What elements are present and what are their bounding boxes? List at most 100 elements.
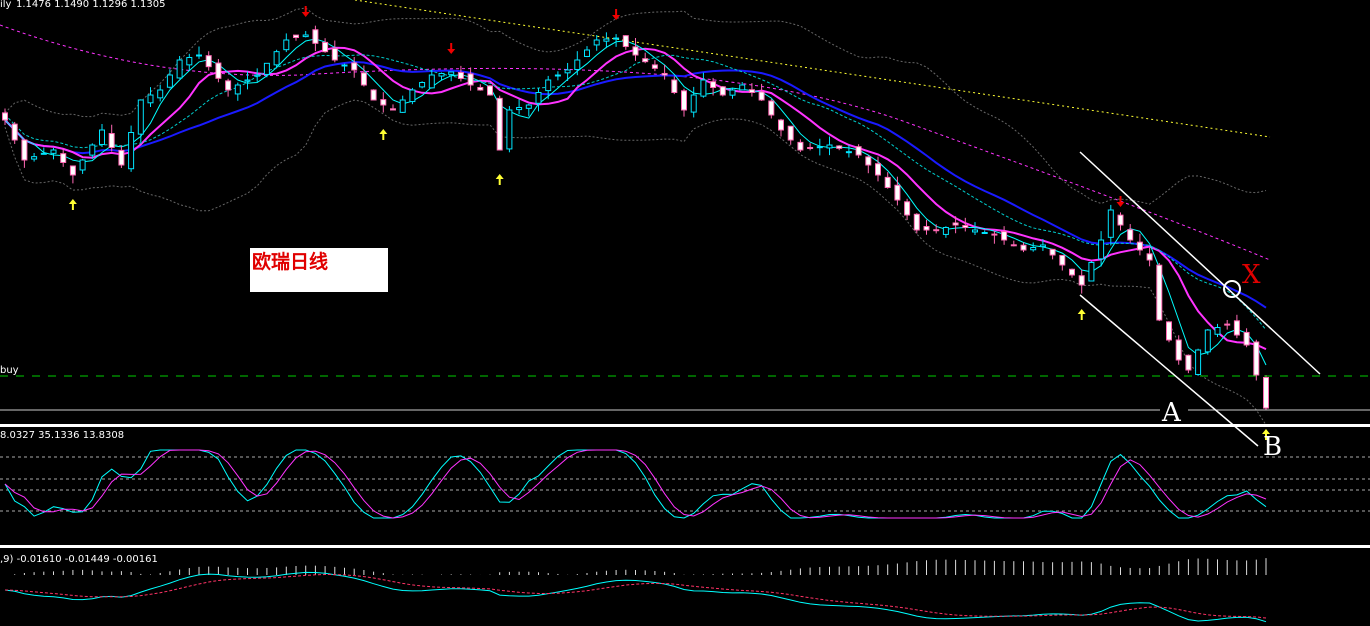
bear-candle [671,79,678,93]
bear-candle [360,72,367,86]
bear-candle [2,112,8,121]
macd-line [4,571,1267,623]
chart-annotation-label: 欧瑞日线 [250,248,388,292]
bear-candle [118,149,125,166]
bear-candle [69,165,76,176]
bull-candle [166,74,173,88]
bear-candle [1117,214,1124,226]
bull-candle [176,59,183,79]
macd-values: ,9) -0.01610 -0.01449 -0.00161 [0,554,158,565]
magenta-ma-line [4,46,1267,351]
bear-candle [108,133,115,148]
bull-candle [564,69,571,74]
bear-candle [962,225,969,229]
bear-candle [807,147,814,150]
bull-candle [525,104,532,109]
channel-upper-line[interactable] [1079,151,1321,375]
bull-candle [603,38,610,42]
bull-candle [1030,247,1037,251]
bear-candle [836,145,843,149]
bull-candle [302,34,309,38]
bear-candle [1069,268,1075,276]
price-chart[interactable]: ily 1.1476 1.1490 1.1296 1.1305 buy X A … [0,0,1370,626]
sell-arrow-icon [301,6,310,17]
bear-candle [487,85,493,96]
bull-candle [545,79,552,92]
bull-candle [972,229,978,233]
bull-candle [254,74,261,77]
bear-candle [710,81,717,89]
bear-candle [1078,275,1085,286]
bear-candle [1001,231,1008,241]
bear-candle [1233,320,1240,336]
bear-candle [622,35,629,48]
bull-candle [942,227,949,235]
bear-candle [21,139,28,161]
bear-candle [661,72,668,76]
bear-candle [467,73,474,86]
bull-candle [186,57,193,66]
bull-candle [50,149,57,154]
panel-separator[interactable] [0,545,1370,548]
bear-candle [1185,354,1192,371]
bear-candle [768,100,775,116]
bear-candle [205,55,212,68]
bull-candle [428,74,435,89]
bull-candle [826,144,833,149]
bull-candle [128,132,135,170]
bear-candle [331,48,338,61]
bull-candle [535,92,542,104]
bear-candle [225,80,232,91]
bear-candle [1136,241,1143,251]
bear-candle [865,156,872,166]
bull-candle [613,37,620,40]
marker-a: A [1161,398,1182,428]
bull-candle [729,89,736,96]
stoch-values: 8.0327 35.1336 13.8308 [0,430,124,441]
sell-arrow-icon [447,42,456,54]
bull-candle [574,59,581,71]
bear-candle [884,176,891,188]
bull-candle [99,129,105,145]
bear-candle [632,46,639,56]
bear-candle [457,71,464,79]
bear-candle [1175,339,1182,361]
bear-candle [1059,254,1066,266]
bull-candle [1204,329,1211,353]
panel-separator[interactable] [0,424,1370,427]
bull-candle [1088,262,1095,282]
bull-candle [690,94,697,113]
bear-candle [380,99,387,106]
bull-candle [816,146,823,149]
bear-candle [1166,321,1172,341]
bear-candle [390,108,396,111]
bear-candle [1020,244,1027,251]
bull-candle [438,72,445,77]
bull-candle [244,79,251,82]
sell-arrow-icon [1116,196,1125,207]
bull-candle [981,232,988,234]
bull-candle [1214,327,1221,335]
bear-candle [651,64,658,69]
bear-candle [496,97,503,151]
bear-candle [1253,341,1260,376]
bear-candle [1224,323,1231,326]
bull-candle [584,49,590,57]
bull-candle [419,82,426,88]
stoch-d-line [4,449,1267,519]
bear-candle [719,86,726,96]
bull-candle [157,89,164,99]
bull-candle [516,107,523,111]
marker-x: X [1242,260,1261,290]
bull-candle [593,39,600,46]
bear-candle [351,62,358,71]
bear-candle [913,213,920,231]
bull-candle [1098,239,1105,260]
bull-candle [448,71,455,75]
header-ohlc: 1.1476 1.1490 1.1296 1.1305 [16,0,166,10]
bear-candle [681,90,687,111]
buy-arrow-icon [495,174,504,185]
bull-candle [196,54,202,57]
bear-candle [215,62,222,79]
bear-candle [642,58,649,63]
